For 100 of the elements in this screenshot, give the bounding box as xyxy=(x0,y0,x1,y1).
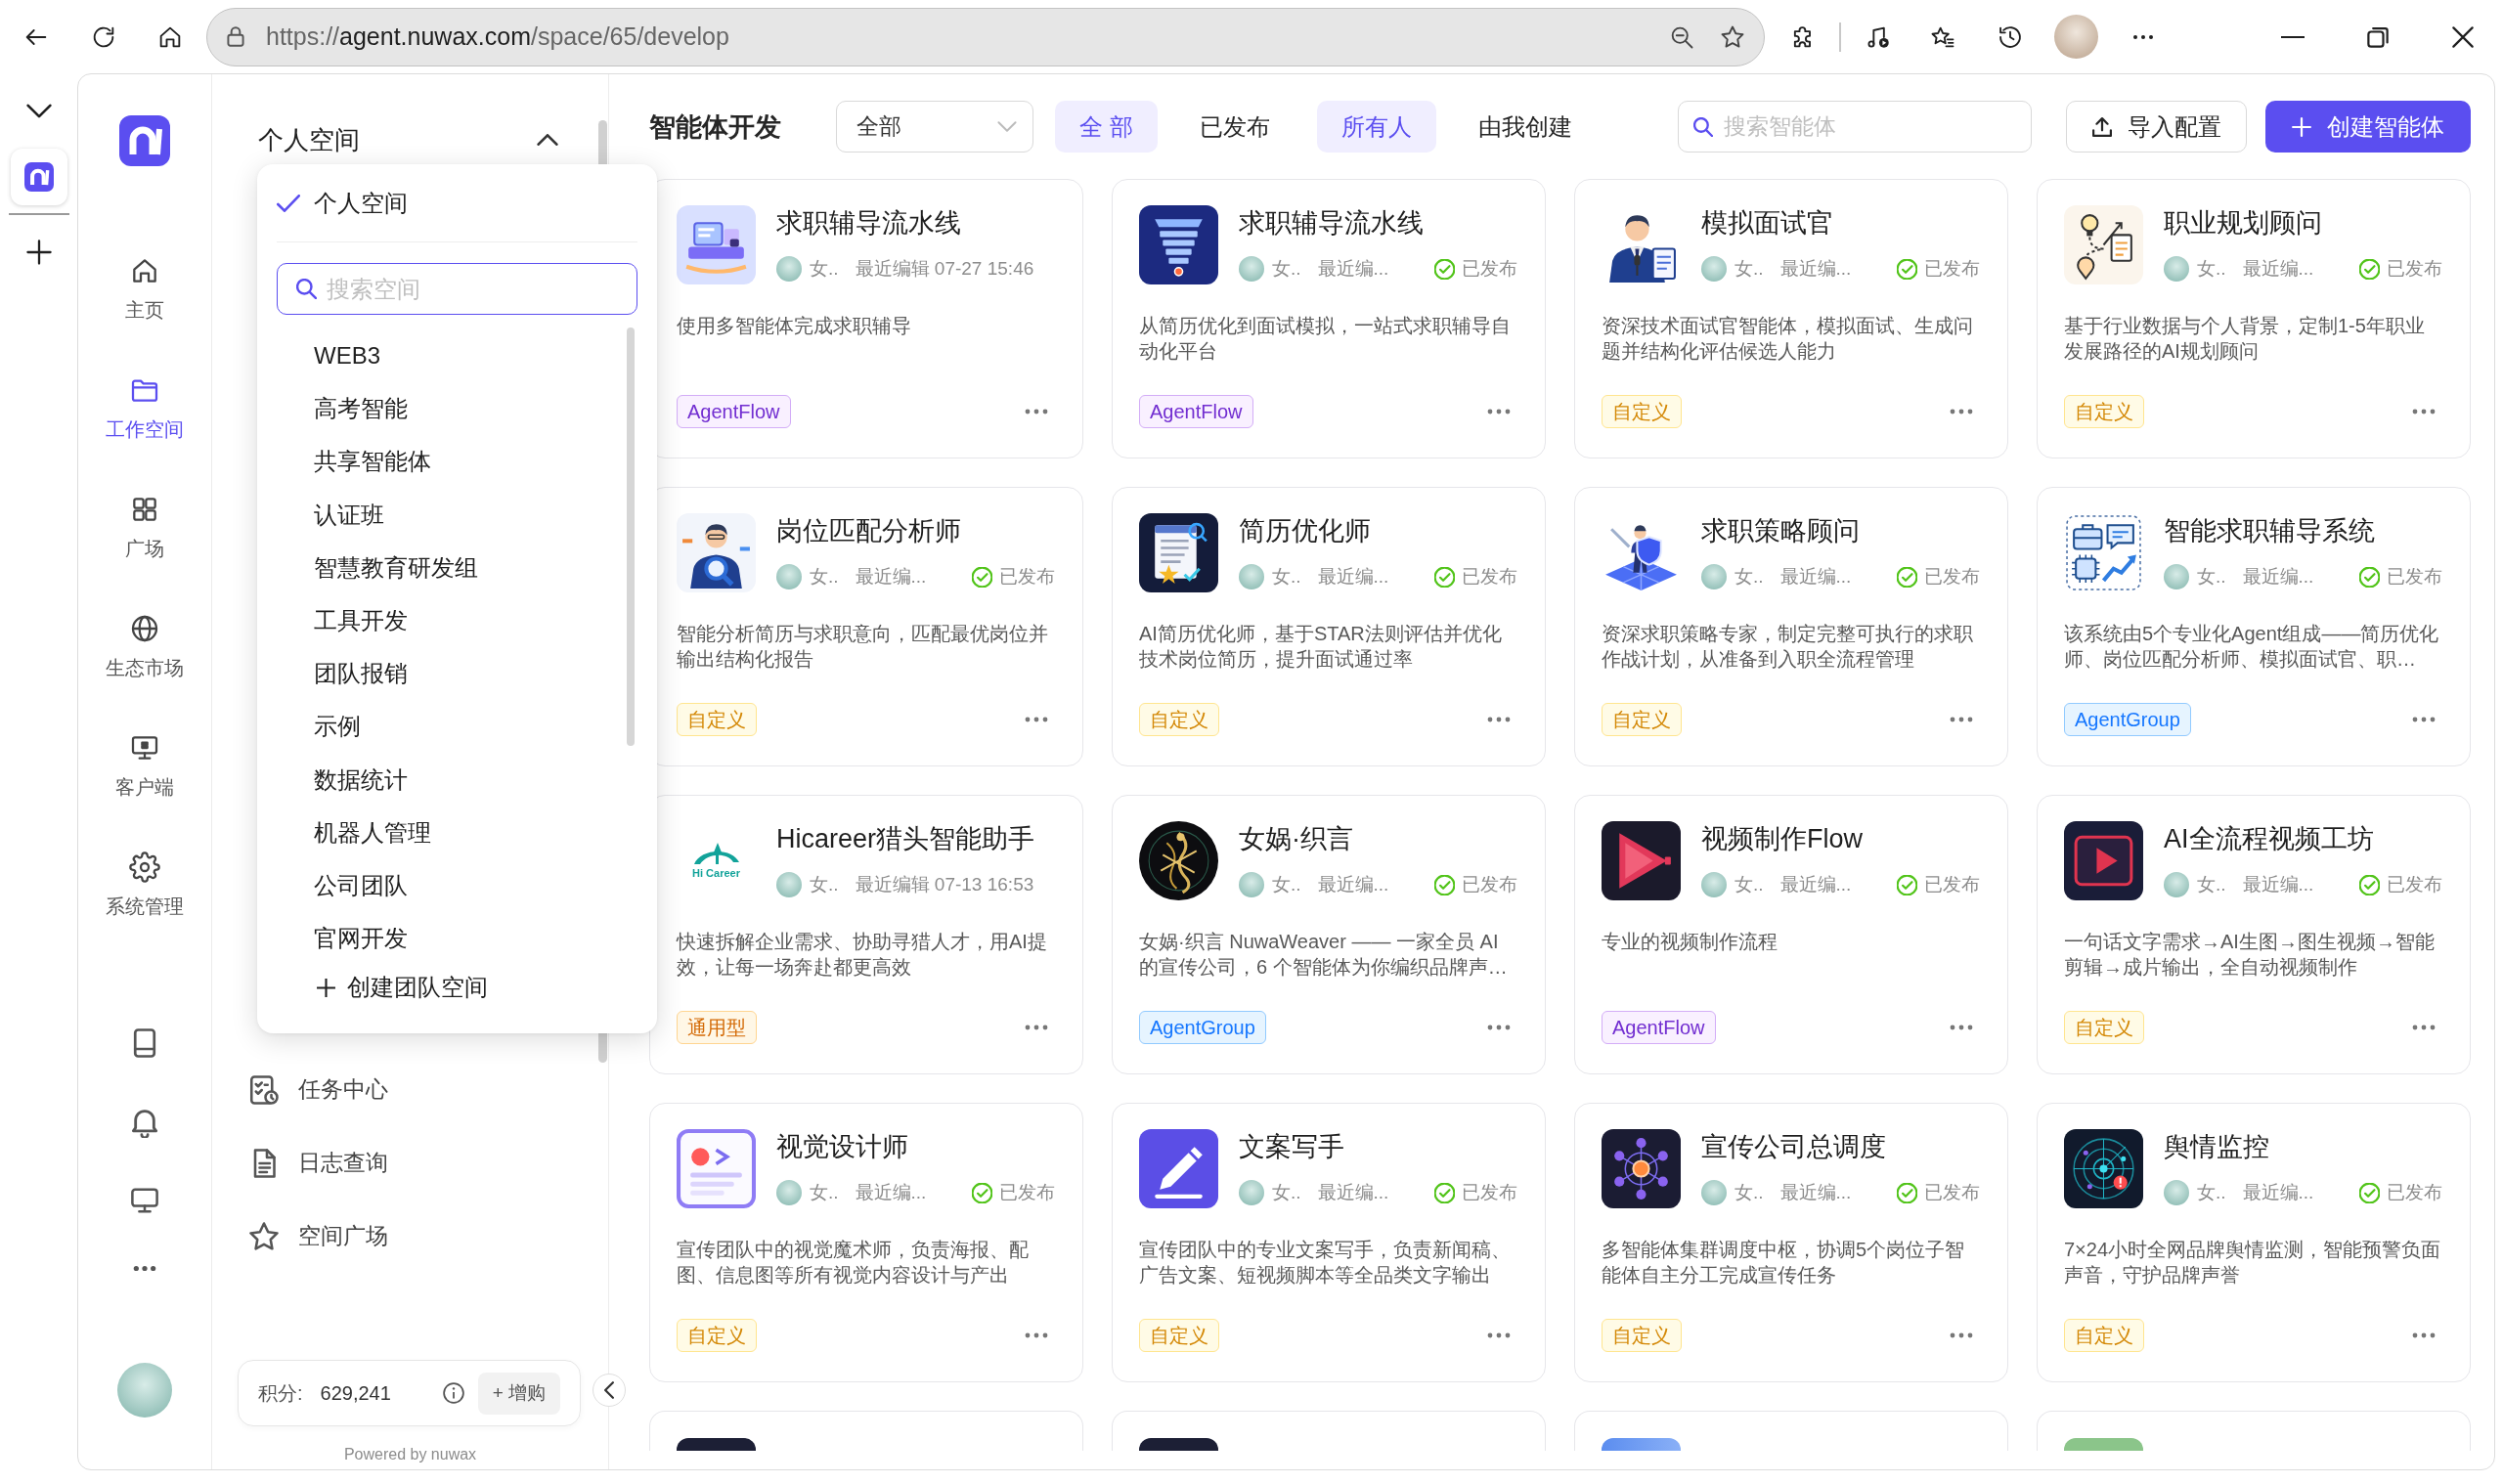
space-option[interactable]: 数据统计 xyxy=(277,753,637,807)
agent-title: 文案写手 xyxy=(1239,1131,1345,1163)
agent-title: Hicareer猎头智能助手 xyxy=(776,823,1036,855)
agent-card[interactable]: 文案写手 女.. 最近编... 已发布 宣传团队中的专业文案写手，负责新闻稿、广告文案、短视频脚本等全品类文字输出 自定义 xyxy=(1112,1103,1546,1382)
agent-description: 一句话文字需求→AI生图→图生视频→智能剪辑→成片输出，全自动视频制作 xyxy=(2064,930,2436,980)
buy-more-button[interactable]: + 增购 xyxy=(478,1372,560,1415)
nav-item[interactable]: 系统管理 xyxy=(106,851,184,918)
agent-description: 宣传团队中的视觉魔术师，负责海报、配图、信息图等所有视觉内容设计与产出 xyxy=(677,1238,1030,1288)
space-option[interactable]: 工具开发 xyxy=(277,593,637,648)
info-icon[interactable] xyxy=(443,1382,464,1404)
type-tag: 自定义 xyxy=(1139,703,1219,736)
agent-title: 宣传公司总调度 xyxy=(1701,1131,1887,1163)
author-name: 女.. xyxy=(2197,1181,2226,1204)
create-button[interactable]: 创建智能体 xyxy=(2265,101,2471,153)
powered-by-text: Powered by nuwax xyxy=(342,1445,478,1464)
author-name: 女.. xyxy=(1735,1181,1764,1204)
agent-description: 7×24小时全网品牌舆情监测，智能预警负面声音，守护品牌声誉 xyxy=(2064,1238,2442,1288)
avatar-icon xyxy=(1239,1180,1264,1205)
play-button-icon xyxy=(2064,821,2143,900)
agent-card[interactable]: 舆情监控 女.. 最近编... 已发布 7×24小时全网品牌舆情监测，智能预警负面声音，守护品牌声誉 自定义 xyxy=(2037,1103,2471,1382)
filter-tab[interactable]: 已发布 xyxy=(1174,101,1295,153)
filter-select[interactable]: 全部 xyxy=(836,101,1033,153)
agent-title: 智能求职辅导系统 xyxy=(2164,515,2376,547)
sidebar-item[interactable]: 空间广场 xyxy=(212,1200,608,1273)
settings-icon xyxy=(129,851,160,883)
agent-description: 基于行业数据与个人背景，定制1-5年职业发展路径的AI规划顾问 xyxy=(2064,314,2426,364)
globe-icon xyxy=(129,613,160,644)
author-name: 女.. xyxy=(1735,257,1764,281)
create-space-button[interactable]: 创建团队空间 xyxy=(277,965,637,1011)
space-option[interactable]: 示例 xyxy=(277,700,637,754)
agent-description: 专业的视频制作流程 xyxy=(1602,930,1778,954)
avatar-icon xyxy=(1701,872,1727,897)
sidebar-item[interactable]: 日志查询 xyxy=(212,1126,608,1200)
avatar-icon xyxy=(776,872,802,897)
nav-item[interactable]: 工作空间 xyxy=(106,374,184,441)
agent-card[interactable]: Hi Career Hicareer猎头智能助手 女.. 最近编辑 07-13 16:53 快速拆解企业需求、协助寻猎人才，用AI提效，让每一场奔赴都更高效 通用型 xyxy=(649,795,1083,1074)
nav-item[interactable]: 主页 xyxy=(125,255,164,322)
space-option[interactable]: 认证班 xyxy=(277,488,637,542)
agent-card[interactable]: 简历优化师 女.. 最近编... 已发布 AI简历优化师，基于STAR法则评估并优化技术岗位简历，提升面试通过率 自定义 xyxy=(1112,487,1546,766)
author-name: 女.. xyxy=(1272,873,1301,896)
pen-icon xyxy=(1139,1129,1218,1208)
type-tag: AgentFlow xyxy=(1602,1011,1716,1044)
agent-card[interactable]: 求职辅导流水线 女.. 最近编... 已发布 从简历优化到面试模拟，一站式求职辅导自动化平台 AgentFlow xyxy=(1112,179,1546,458)
space-option[interactable]: WEB3 xyxy=(277,329,637,383)
agent-card[interactable]: 视频制作Flow 女.. 最近编... 已发布 专业的视频制作流程 AgentFlow xyxy=(1574,795,2008,1074)
space-option[interactable]: 公司团队 xyxy=(277,858,637,913)
more-icon xyxy=(132,1263,157,1273)
agent-card[interactable]: 职业规划顾问 女.. 最近编... 已发布 基于行业数据与个人背景，定制1-5年职业发展路径的AI规划顾问 自定义 xyxy=(2037,179,2471,458)
nav-item[interactable]: 广场 xyxy=(125,494,164,560)
status-text: 已发布 xyxy=(999,565,1055,589)
agent-card[interactable]: 视觉设计师 女.. 最近编... 已发布 宣传团队中的视觉魔术师，负责海报、配图、信息图等所有视觉内容设计与产出 自定义 xyxy=(649,1103,1083,1382)
more-icon xyxy=(1025,717,1048,722)
caret-icon xyxy=(997,121,1017,132)
agent-card[interactable]: 宣传公司总调度 女.. 最近编... 已发布 多智能体集群调度中枢，协调5个岗位子智能体自主分工完成宣传任务 自定义 xyxy=(1574,1103,2008,1382)
space-option[interactable]: 机器人管理 xyxy=(277,806,637,859)
space-option[interactable]: 共享智能体 xyxy=(277,435,637,489)
filter-tab[interactable]: 由我创建 xyxy=(1453,101,1597,153)
app-tab[interactable] xyxy=(10,149,67,205)
filter-tab[interactable]: 所有人 xyxy=(1316,101,1436,153)
agent-description: 从简历优化到面试模拟，一站式求职辅导自动化平台 xyxy=(1139,314,1512,364)
space-option[interactable]: 官网开发 xyxy=(277,912,637,966)
address-bar[interactable]: https://agent.nuwax.com/space/65/develop xyxy=(206,7,1765,66)
agent-card[interactable] xyxy=(649,1411,1083,1451)
agent-card[interactable] xyxy=(1112,1411,1546,1451)
space-option[interactable]: 高考智能 xyxy=(277,382,637,436)
status-text: 已发布 xyxy=(2387,873,2442,896)
agent-card[interactable]: 女娲·织言 女.. 最近编... 已发布 女娲·织言 NuwaWeaver —— 一家全员 AI 的宣传公司，6 个智能体为你编织品牌声… AgentGroup xyxy=(1112,795,1546,1074)
agent-description: 多智能体集群调度中枢，协调5个岗位子智能体自主分工完成宣传任务 xyxy=(1602,1238,1966,1288)
edit-time: 最近编... xyxy=(1779,565,1852,589)
more-icon xyxy=(2412,1332,2436,1338)
nav-item[interactable]: 生态市场 xyxy=(106,613,184,679)
type-tag: AgentGroup xyxy=(1139,1011,1266,1044)
edit-time: 最近编辑 07-27 15:46 xyxy=(855,257,1034,281)
status-text: 已发布 xyxy=(1462,873,1517,896)
import-button[interactable]: 导入配置 xyxy=(2066,101,2247,153)
collapse-button[interactable] xyxy=(593,1374,626,1407)
type-tag: AgentFlow xyxy=(677,395,791,428)
chevron-left-icon xyxy=(604,1381,614,1399)
agent-title: AI全流程视频工坊 xyxy=(2164,823,2375,855)
status-text: 已发布 xyxy=(1924,565,1980,589)
scrollbar[interactable] xyxy=(627,327,635,746)
space-option[interactable]: 个人空间 xyxy=(277,164,637,242)
space-switcher[interactable]: 个人空间 xyxy=(258,113,558,166)
agent-card[interactable]: 模拟面试官 女.. 最近编... 已发布 资深技术面试官智能体，模拟面试、生成问题并结构化评估候选人能力 自定义 xyxy=(1574,179,2008,458)
agent-title: 舆情监控 xyxy=(2164,1131,2270,1163)
author-name: 女.. xyxy=(2197,257,2226,281)
more-icon xyxy=(1487,1025,1511,1030)
filter-tab[interactable]: 全 部 xyxy=(1055,101,1158,153)
nav-item[interactable]: 客户端 xyxy=(115,732,174,799)
agent-card[interactable]: 智能求职辅导系统 女.. 最近编... 已发布 该系统由5个专业化Agent组成——简历优化师、岗位匹配分析师、模拟面试官、职… AgentGroup xyxy=(2037,487,2471,766)
agent-title: 简历优化师 xyxy=(1239,515,1372,547)
space-option[interactable]: 团队报销 xyxy=(277,647,637,701)
space-option[interactable]: 智慧教育研发组 xyxy=(277,541,637,594)
clipboard-clock-icon xyxy=(249,1074,279,1105)
status-text: 已发布 xyxy=(1924,1181,1980,1204)
agent-card[interactable]: AI全流程视频工坊 女.. 最近编... 已发布 一句话文字需求→AI生图→图生视频→智能剪辑→成片输出，全自动视频制作 自定义 xyxy=(2037,795,2471,1074)
search-field[interactable]: 搜索空间 xyxy=(277,263,637,315)
close-icon xyxy=(2452,25,2474,48)
sidebar-item[interactable]: 任务中心 xyxy=(212,1053,608,1126)
agent-card[interactable]: 求职策略顾问 女.. 最近编... 已发布 资深求职策略专家，制定完整可执行的求职作战计划，从准备到入职全流程管理 自定义 xyxy=(1574,487,2008,766)
